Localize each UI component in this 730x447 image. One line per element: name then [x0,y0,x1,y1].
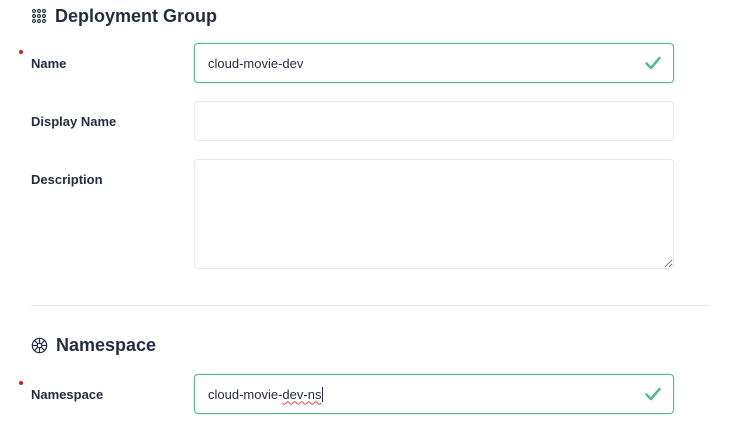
deployment-group-title: Deployment Group [55,6,218,26]
name-field-wrapper [194,43,674,83]
section-divider [31,305,710,306]
text-caret [322,386,324,402]
namespace-header: Namespace [31,334,156,356]
grid-dots-icon [31,8,47,24]
namespace-input[interactable]: cloud-movie-dev-ns [208,375,324,413]
namespace-icon [31,337,48,354]
description-label: Description [31,172,103,187]
namespace-title: Namespace [56,335,157,355]
display-name-field-wrapper [194,101,674,141]
display-name-input[interactable] [195,102,673,140]
description-textarea[interactable] [195,160,673,268]
check-icon [644,385,662,403]
namespace-value-prefix: cloud-movie- [208,386,283,402]
check-icon [644,54,662,72]
required-indicator [19,50,23,54]
required-indicator [19,381,23,385]
namespace-value-misspelled: dev-ns [282,386,322,402]
deployment-group-header: Deployment Group [31,5,217,27]
name-label: Name [31,56,67,71]
namespace-label: Namespace [31,387,104,402]
description-field-wrapper [194,159,674,269]
name-input[interactable] [195,44,673,82]
display-name-label: Display Name [31,114,117,129]
namespace-field-wrapper[interactable]: cloud-movie-dev-ns [194,374,674,414]
